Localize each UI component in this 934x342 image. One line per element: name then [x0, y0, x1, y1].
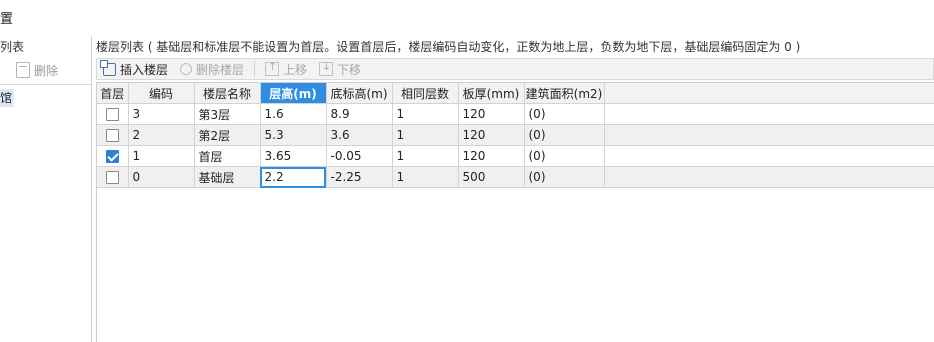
building-list-item[interactable]: 馆 — [0, 89, 14, 107]
cell-floor-area[interactable]: (0) — [524, 145, 605, 167]
col-header-code[interactable]: 编码 — [128, 83, 195, 104]
insert-floor-label: 插入楼层 — [120, 62, 169, 77]
first-floor-checkbox[interactable] — [105, 171, 119, 184]
cell-base-elevation[interactable]: 8.9 — [326, 103, 393, 125]
insert-floor-button[interactable]: 插入楼层 — [97, 59, 174, 79]
cell-base-elevation[interactable]: -2.25 — [326, 166, 393, 188]
arrow-up-icon — [265, 60, 280, 76]
row-filler — [604, 145, 934, 167]
floor-table: 首层 编码 楼层名称 层高(m) 底标高(m) 相同层数 板厚(mm) 建筑面积… — [96, 82, 934, 342]
table-header-row: 首层 编码 楼层名称 层高(m) 底标高(m) 相同层数 板厚(mm) 建筑面积… — [97, 83, 934, 104]
floor-toolbar: 插入楼层 删除楼层 上移 下移 — [96, 58, 934, 80]
cell-slab-thickness[interactable]: 120 — [458, 103, 525, 125]
cell-floor-name[interactable]: 第2层 — [194, 124, 261, 146]
move-up-label: 上移 — [283, 62, 308, 77]
cell-floor-area[interactable]: (0) — [524, 166, 605, 188]
cell-code[interactable]: 2 — [128, 124, 195, 146]
trash-icon[interactable] — [16, 62, 30, 78]
toolbar-separator — [254, 61, 256, 77]
pane-divider[interactable] — [91, 36, 92, 341]
left-toolbar: 删除 — [0, 60, 58, 80]
cell-floor-height[interactable]: 3.65 — [260, 145, 327, 167]
cell-floor-area[interactable]: (0) — [524, 124, 605, 146]
floor-list-label: 楼层列表 ( 基础层和标准层不能设置为首层。设置首层后，楼层编码自动变化，正数为… — [96, 40, 801, 54]
row-filler — [604, 103, 934, 125]
col-header-floor-height[interactable]: 层高(m) — [260, 83, 327, 104]
cell-floor-area[interactable]: (0) — [524, 103, 605, 125]
cell-base-elevation[interactable]: -0.05 — [326, 145, 393, 167]
col-header-base-elevation[interactable]: 底标高(m) — [326, 83, 393, 104]
left-pane-label: 列表 — [0, 40, 25, 54]
cell-same-count[interactable]: 1 — [392, 145, 459, 167]
col-header-first-floor[interactable]: 首层 — [97, 83, 129, 104]
window-title: 置 — [0, 12, 14, 27]
cell-code[interactable]: 1 — [128, 145, 195, 167]
cell-floor-height[interactable]: 5.3 — [260, 124, 327, 146]
row-filler — [604, 166, 934, 188]
arrow-down-icon — [319, 60, 334, 76]
insert-floor-icon — [100, 59, 116, 76]
first-floor-checkbox[interactable] — [105, 129, 119, 142]
cell-same-count[interactable]: 1 — [392, 103, 459, 125]
cell-same-count[interactable]: 1 — [392, 124, 459, 146]
col-header-floor-area[interactable]: 建筑面积(m2) — [524, 83, 605, 104]
cell-code[interactable]: 0 — [128, 166, 195, 188]
cell-slab-thickness[interactable]: 500 — [458, 166, 525, 188]
building-list: 馆 — [0, 84, 92, 342]
cell-same-count[interactable]: 1 — [392, 166, 459, 188]
first-floor-checkbox[interactable] — [105, 150, 119, 163]
row-filler — [604, 124, 934, 146]
first-floor-checkbox[interactable] — [105, 108, 119, 121]
col-header-slab-thickness[interactable]: 板厚(mm) — [458, 83, 525, 104]
delete-floor-icon — [180, 63, 193, 75]
left-delete-button[interactable]: 删除 — [34, 62, 58, 79]
cell-slab-thickness[interactable]: 120 — [458, 124, 525, 146]
delete-floor-button[interactable]: 删除楼层 — [174, 59, 250, 79]
cell-floor-name[interactable]: 基础层 — [194, 166, 261, 188]
table-row[interactable]: 1 首层 3.65 -0.05 1 120 (0) — [97, 145, 934, 167]
cell-floor-name[interactable]: 第3层 — [194, 103, 261, 125]
move-down-label: 下移 — [337, 62, 362, 77]
table-row[interactable]: 0 基础层 2.2 -2.25 1 500 (0) — [97, 166, 934, 188]
delete-floor-label: 删除楼层 — [196, 62, 245, 77]
table-row[interactable]: 3 第3层 1.6 8.9 1 120 (0) — [97, 103, 934, 125]
cell-code[interactable]: 3 — [128, 103, 195, 125]
move-down-button[interactable]: 下移 — [313, 59, 367, 79]
col-header-floor-name[interactable]: 楼层名称 — [194, 83, 261, 104]
cell-floor-height-editing[interactable]: 2.2 — [260, 166, 327, 188]
table-row[interactable]: 2 第2层 5.3 3.6 1 120 (0) — [97, 124, 934, 146]
cell-floor-height[interactable]: 1.6 — [260, 103, 327, 125]
move-up-button[interactable]: 上移 — [259, 59, 313, 79]
cell-base-elevation[interactable]: 3.6 — [326, 124, 393, 146]
col-header-filler — [604, 83, 934, 104]
cell-slab-thickness[interactable]: 120 — [458, 145, 525, 167]
cell-floor-name[interactable]: 首层 — [194, 145, 261, 167]
col-header-same-count[interactable]: 相同层数 — [392, 83, 459, 104]
